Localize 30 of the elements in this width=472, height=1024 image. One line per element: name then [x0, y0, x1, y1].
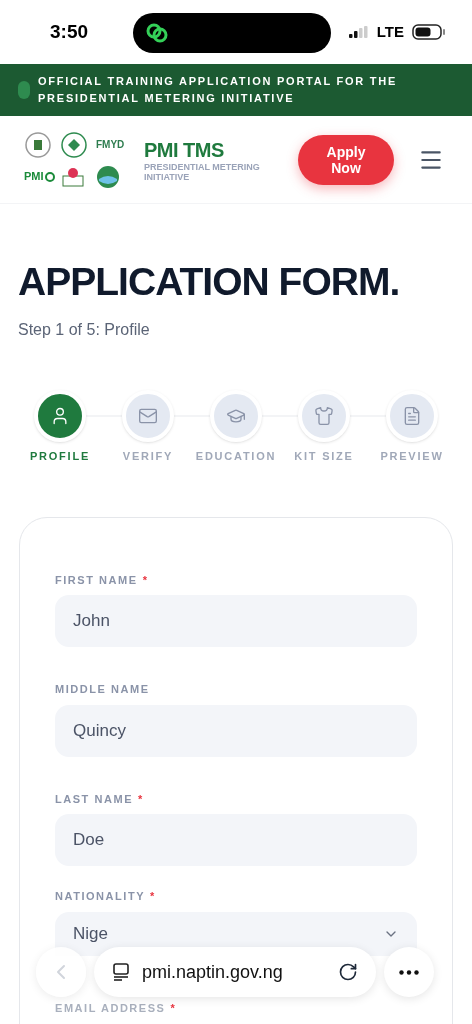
signal-icon — [348, 26, 369, 38]
text-input-field[interactable]: Quincy — [55, 704, 417, 757]
apply-now-button[interactable]: Apply Now — [298, 134, 394, 185]
field-label: EMAIL ADDRESS * — [55, 1000, 178, 1016]
envelope-icon — [138, 406, 158, 426]
field-label: MIDDLE NAME — [55, 682, 151, 697]
battery-icon — [412, 24, 446, 40]
reload-icon[interactable] — [338, 962, 358, 982]
tab-layout-icon[interactable] — [112, 963, 130, 981]
banner-text: OFFICIAL TRAINING APPLICATION PORTAL FOR THE PRESIDENTIAL METERING INITIATIVE — [38, 74, 399, 106]
field-label: FIRST NAME * — [55, 572, 150, 588]
more-button[interactable] — [384, 947, 434, 997]
step-caption: Step 1 of 5: Profile — [18, 320, 151, 340]
text-input-field[interactable]: John — [55, 595, 417, 647]
page-title: APPLICATION FORM. — [18, 260, 401, 304]
site-title: PMI TMS — [144, 137, 225, 162]
document-icon — [402, 406, 422, 426]
more-icon — [399, 969, 419, 975]
status-time: 3:50 — [50, 19, 89, 44]
field-label: NATIONALITY * — [55, 889, 157, 904]
url-text: pmi.naptin.gov.ng — [142, 960, 283, 984]
text-input-field[interactable]: Doe — [55, 814, 417, 866]
step-tab[interactable]: PROFILE — [18, 390, 102, 465]
address-bar[interactable]: pmi.naptin.gov.ng — [94, 947, 376, 997]
agency-logos-drawing: FMYD PMI — [24, 127, 128, 192]
site-subtitle: PRESIDENTIAL METERING INITIATIVE — [144, 161, 261, 182]
field-label: LAST NAME * — [55, 791, 145, 807]
link-rings-icon — [145, 22, 169, 44]
network-label: LTE — [376, 21, 404, 42]
shirt-icon — [314, 406, 334, 426]
